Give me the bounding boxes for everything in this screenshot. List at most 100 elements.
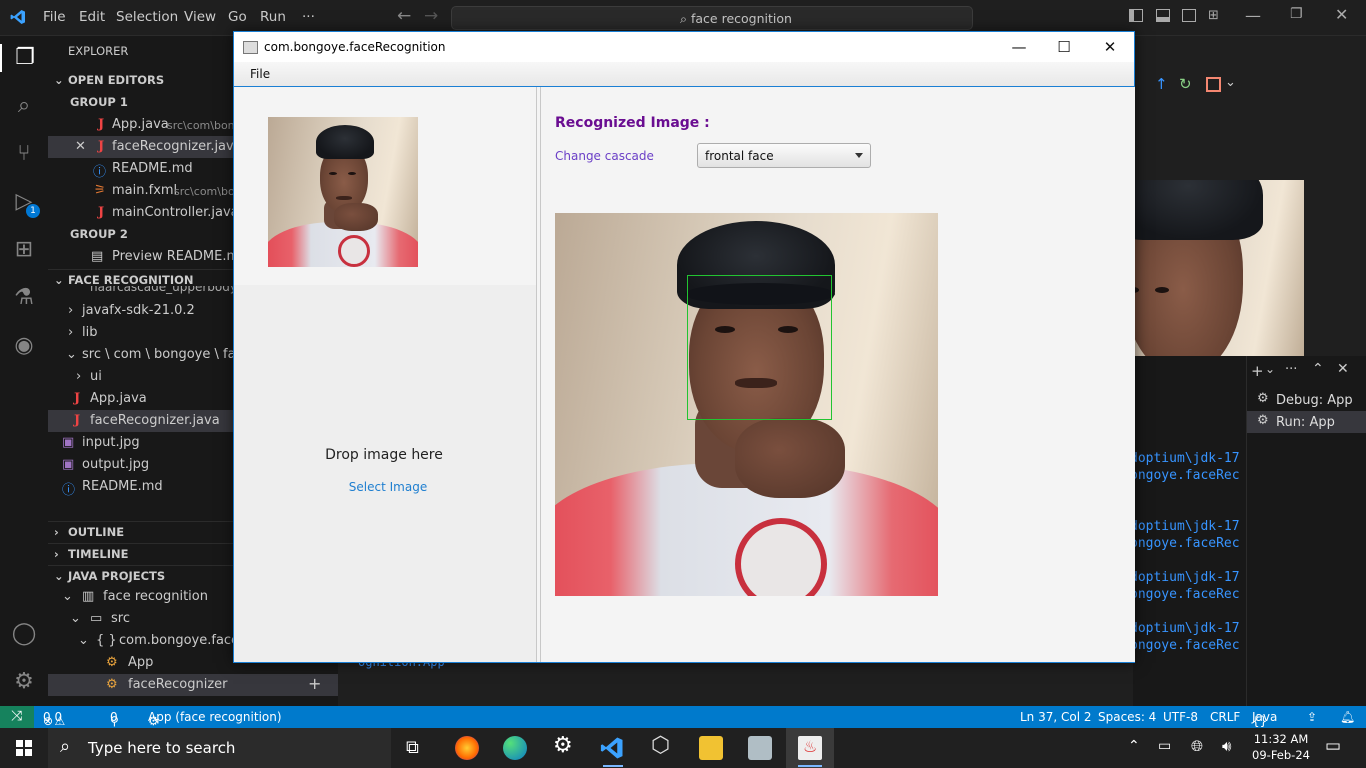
recognized-output-image (555, 213, 938, 596)
task-view-icon[interactable]: ⧉ (406, 737, 419, 758)
chevron-right-icon: › (76, 369, 82, 384)
windows-start-icon[interactable] (16, 740, 32, 756)
chevron-down-icon[interactable]: ⌄ (1225, 75, 1236, 90)
menu-more[interactable]: ··· (302, 9, 315, 25)
chevron-down-icon: ⌄ (70, 611, 81, 626)
language-mode[interactable]: {} Java (1252, 710, 1277, 728)
chevron-down-icon: ⌄ (54, 569, 64, 583)
menu-file[interactable]: File (43, 9, 66, 25)
class-icon: ⚙ (106, 655, 118, 670)
menu-go[interactable]: Go (228, 9, 247, 25)
new-terminal-icon[interactable]: + (1251, 362, 1264, 380)
close-icon[interactable]: ✕ (75, 139, 86, 154)
recognized-image-title: Recognized Image : (555, 115, 710, 131)
menu-edit[interactable]: Edit (79, 9, 105, 25)
window-minimize-icon[interactable]: — (1245, 6, 1261, 25)
settings-gear-icon[interactable]: ⚙ (553, 733, 573, 758)
stop-icon[interactable] (1206, 77, 1221, 92)
back-arrow-icon[interactable]: ← (397, 6, 411, 26)
feedback-icon[interactable]: ⇪ (1307, 710, 1317, 724)
photos-app-icon[interactable] (748, 736, 772, 760)
edge-icon[interactable] (503, 736, 527, 760)
window-close-icon[interactable]: ✕ (1335, 5, 1348, 24)
run-config-icon: ⚙ (148, 714, 159, 728)
toggle-secondary-sidebar-icon[interactable] (1182, 9, 1196, 22)
explorer-files-icon[interactable]: ❐ (0, 44, 48, 72)
error-icon: ⊗ (43, 714, 54, 728)
edge-devtools-icon[interactable]: ◉ (10, 332, 38, 360)
chevron-down-icon[interactable]: ⌄ (1265, 362, 1275, 376)
package-cube-icon[interactable]: ⬡ (651, 733, 670, 758)
maximize-panel-icon[interactable]: ⌃ (1312, 361, 1324, 377)
vscode-taskbar-icon[interactable] (600, 736, 624, 760)
image-file-icon: ▣ (62, 435, 75, 450)
close-panel-icon[interactable]: ✕ (1337, 361, 1349, 377)
maximize-icon[interactable]: ☐ (1049, 36, 1079, 58)
ports-indicator[interactable]: ⚲ 0 (110, 710, 119, 728)
terminal-output: doptium\jdk-17 ongoye.faceRec doptium\jdk… (1130, 451, 1240, 653)
encoding[interactable]: UTF-8 (1163, 710, 1198, 724)
minimize-icon[interactable]: — (1004, 36, 1034, 58)
app-window-icon (243, 41, 258, 54)
notifications-bell-icon[interactable]: 🔔︎ (1340, 710, 1355, 724)
project-node-selected[interactable]: ⚙ faceRecognizer + (48, 674, 338, 696)
account-icon[interactable]: ◯ (10, 620, 38, 648)
manage-gear-icon[interactable]: ⚙ (10, 668, 38, 696)
run-config-indicator[interactable]: ⚙ App (face recognition) (148, 710, 282, 728)
select-image-link[interactable]: Select Image (234, 480, 534, 494)
battery-icon[interactable]: ▭ (1158, 738, 1171, 754)
globe-network-icon[interactable]: 🌐︎ (1191, 737, 1203, 755)
add-icon[interactable]: + (308, 674, 321, 693)
action-center-icon[interactable]: ▭ (1325, 736, 1341, 756)
clock-date: 09-Feb-24 (1252, 748, 1310, 762)
clock[interactable]: 11:32 AM 09-Feb-24 (1250, 731, 1312, 763)
toggle-panel-icon[interactable] (1156, 9, 1170, 22)
menu-view[interactable]: View (184, 9, 216, 25)
step-out-icon[interactable]: ↑ (1155, 75, 1168, 93)
firefox-icon[interactable] (455, 736, 479, 760)
file-explorer-icon[interactable] (699, 736, 723, 760)
more-actions-icon[interactable]: ··· (1285, 362, 1297, 377)
fx-menu-file[interactable]: File (250, 67, 270, 81)
drop-zone-label[interactable]: Drop image here (234, 447, 534, 463)
java-file-icon: J (98, 205, 105, 220)
volume-icon[interactable]: 🔊︎ (1222, 737, 1231, 755)
terminal-debug-app[interactable]: ⚙ Debug: App (1247, 389, 1366, 411)
tray-chevron-up-icon[interactable]: ⌃ (1128, 738, 1140, 754)
remote-indicator[interactable]: ⤨ (0, 706, 34, 728)
fx-titlebar[interactable]: com.bongoye.faceRecognition — ☐ ✕ (234, 32, 1134, 62)
javafx-window: com.bongoye.faceRecognition — ☐ ✕ File D… (233, 31, 1135, 663)
source-control-icon[interactable]: ⑂ (10, 140, 38, 168)
menu-selection[interactable]: Selection (116, 9, 178, 25)
toggle-primary-sidebar-icon[interactable] (1129, 9, 1143, 22)
menu-run[interactable]: Run (260, 9, 286, 25)
java-file-icon: J (98, 139, 105, 154)
command-center-search[interactable]: ⌕ face recognition (451, 6, 973, 30)
indentation[interactable]: Spaces: 4 (1098, 710, 1156, 724)
change-cascade-label: Change cascade (555, 149, 654, 163)
search-icon[interactable]: ⌕ (10, 92, 38, 120)
java-file-icon: J (74, 413, 81, 428)
problems-indicator[interactable]: ⊗ 0 ⚠ 0 (43, 710, 65, 728)
cascade-select[interactable]: frontal face (697, 143, 871, 168)
terminal-run-app[interactable]: ⚙ Run: App (1247, 411, 1366, 433)
forward-arrow-icon[interactable]: → (424, 6, 438, 26)
window-restore-icon[interactable]: ❐ (1290, 6, 1303, 22)
restart-icon[interactable]: ↻ (1179, 75, 1192, 93)
testing-flask-icon[interactable]: ⚗ (10, 284, 38, 312)
preview-icon: ▤ (91, 249, 104, 264)
fx-menubar: File (234, 62, 1134, 87)
taskbar-search-box[interactable]: ⌕ Type here to search (48, 728, 391, 768)
run-gear-icon: ⚙ (1257, 413, 1269, 428)
chevron-down-icon: ⌄ (54, 73, 64, 87)
extensions-icon[interactable]: ⊞ (10, 236, 38, 264)
line-ending[interactable]: CRLF (1210, 710, 1240, 724)
java-app-taskbar-button[interactable]: ♨ (786, 728, 834, 768)
customize-layout-icon[interactable]: ⊞ (1208, 8, 1219, 23)
debug-badge: 1 (26, 204, 40, 218)
warning-icon: ⚠ (54, 714, 66, 728)
vscode-logo-icon (10, 9, 26, 25)
close-icon[interactable]: ✕ (1095, 36, 1125, 58)
cursor-position[interactable]: Ln 37, Col 2 (1020, 710, 1092, 724)
rss-xml-icon: ⚞ (94, 183, 106, 198)
